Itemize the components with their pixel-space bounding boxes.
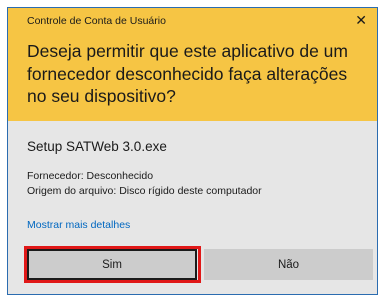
dialog-header: Controle de Conta de Usuário ✕ Deseja pe…: [8, 8, 377, 121]
yes-button[interactable]: Sim: [27, 249, 197, 280]
program-name: Setup SATWeb 3.0.exe: [27, 139, 167, 154]
origin-line: Origem do arquivo: Disco rígido deste co…: [27, 185, 262, 197]
show-more-details-link[interactable]: Mostrar mais detalhes: [27, 219, 130, 231]
close-icon[interactable]: ✕: [355, 12, 367, 28]
dialog-title: Controle de Conta de Usuário: [27, 15, 166, 27]
publisher-line: Fornecedor: Desconhecido: [27, 170, 154, 182]
program-info: Fornecedor: Desconhecido Origem do arqui…: [27, 169, 262, 199]
permission-question: Deseja permitir que este aplicativo de u…: [27, 41, 348, 106]
no-button[interactable]: Não: [204, 249, 373, 280]
uac-dialog: Controle de Conta de Usuário ✕ Deseja pe…: [7, 7, 378, 295]
